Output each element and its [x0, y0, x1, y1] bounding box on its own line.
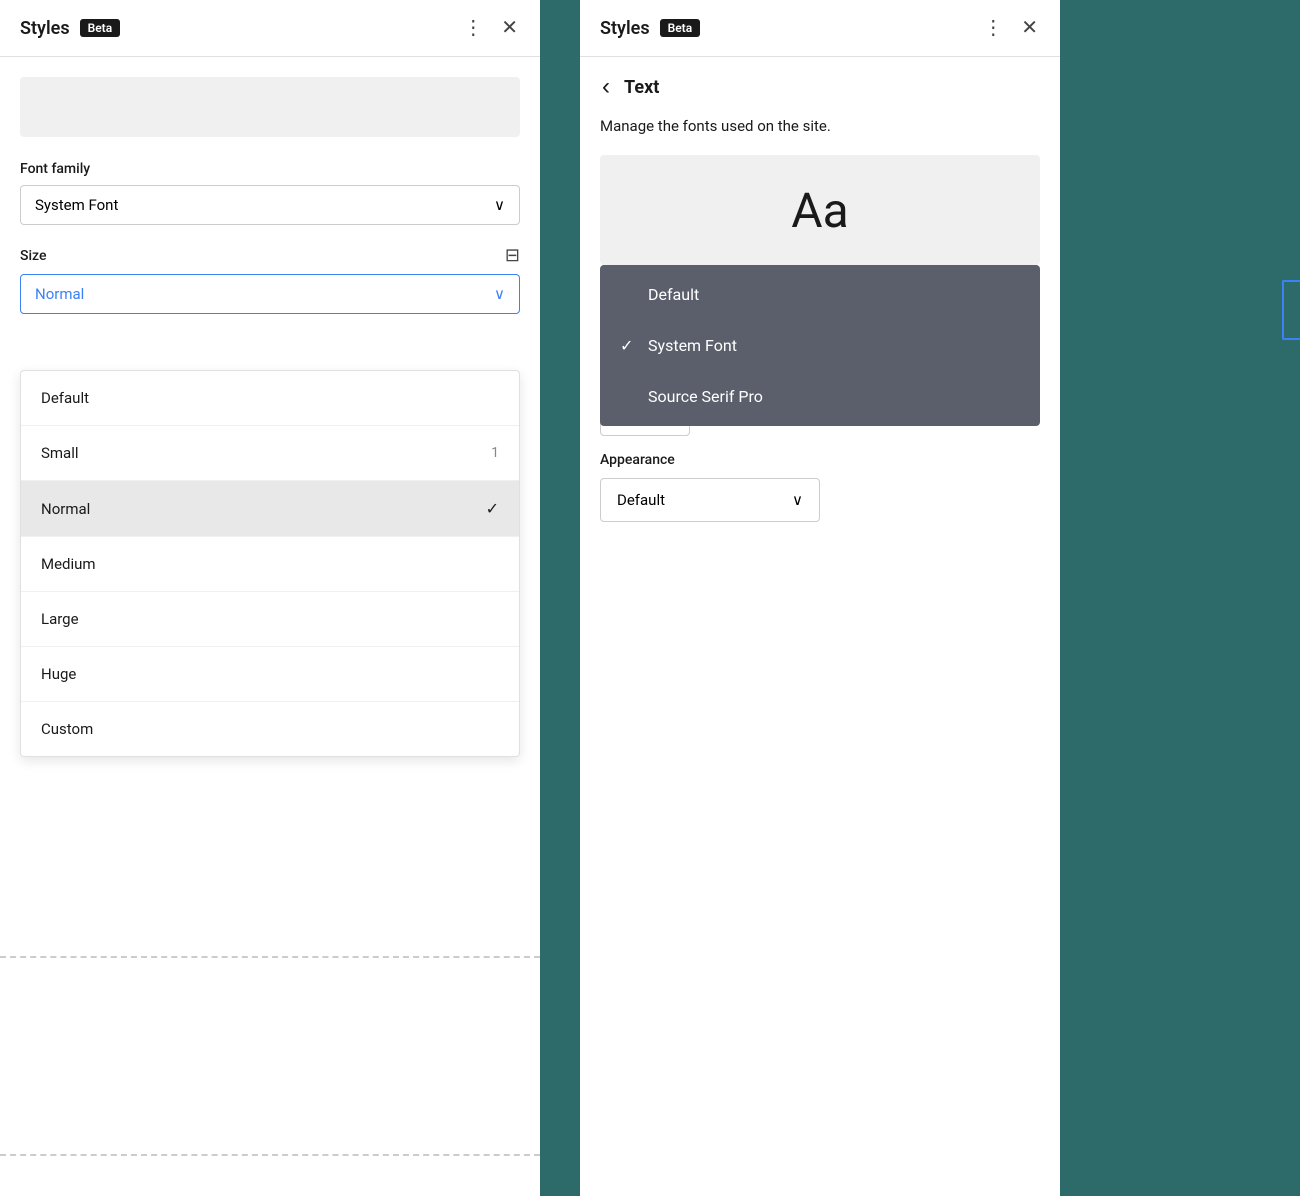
appearance-label: Appearance	[600, 452, 1040, 468]
dropdown-label-medium: Medium	[41, 555, 96, 573]
right-more-button[interactable]: ⋮	[981, 16, 1005, 40]
right-panel-title: Styles	[600, 18, 650, 39]
font-family-label: Font family	[20, 161, 520, 177]
left-more-button[interactable]: ⋮	[461, 16, 485, 40]
dropdown-item-default[interactable]: Default	[21, 371, 519, 426]
font-option-system[interactable]: System Font	[600, 320, 1040, 371]
font-option-system-label: System Font	[648, 336, 737, 355]
back-navigation: ‹ Text	[580, 57, 1060, 117]
size-header: Size ⊟	[20, 245, 520, 266]
dropdown-count-small: 1	[491, 445, 499, 461]
back-title: Text	[624, 77, 659, 98]
right-panel-body: Manage the fonts used on the site. Aa De…	[580, 117, 1060, 1196]
left-panel-title: Styles	[20, 18, 70, 39]
font-option-source-serif[interactable]: Source Serif Pro	[600, 371, 1040, 422]
appearance-value: Default	[617, 491, 665, 509]
right-title-group: Styles Beta	[600, 18, 700, 39]
back-button[interactable]: ‹	[600, 73, 612, 101]
appearance-section: Appearance Default ∨	[600, 452, 1040, 522]
dropdown-label-default: Default	[41, 389, 89, 407]
font-family-chevron: ∨	[494, 196, 505, 214]
dropdown-label-normal: Normal	[41, 500, 90, 518]
right-beta-badge: Beta	[660, 19, 701, 37]
dropdown-label-huge: Huge	[41, 665, 76, 683]
left-title-group: Styles Beta	[20, 18, 120, 39]
dropdown-label-custom: Custom	[41, 720, 93, 738]
font-preview-text: Aa	[791, 182, 848, 239]
appearance-chevron: ∨	[792, 491, 803, 509]
dropdown-item-medium[interactable]: Medium	[21, 537, 519, 592]
right-edge	[1060, 0, 1300, 1196]
left-beta-badge: Beta	[80, 19, 121, 37]
size-dropdown-menu: Default Small 1 Normal ✓ Medium Large Hu…	[20, 370, 520, 757]
font-preview-box: Aa Default System Font Source Serif Pro	[600, 155, 1040, 265]
dropdown-check-normal: ✓	[486, 499, 499, 518]
font-option-default[interactable]: Default	[600, 269, 1040, 320]
dashed-area	[0, 956, 540, 1156]
dropdown-item-normal[interactable]: Normal ✓	[21, 481, 519, 537]
font-dropdown-overlay: Default System Font Source Serif Pro	[600, 265, 1040, 426]
left-panel-actions: ⋮ ✕	[461, 16, 520, 40]
manage-text: Manage the fonts used on the site.	[600, 117, 1040, 135]
size-adjust-icon[interactable]: ⊟	[505, 245, 520, 266]
font-option-default-label: Default	[648, 285, 699, 304]
size-select[interactable]: Normal ∨	[20, 274, 520, 314]
left-styles-panel: Styles Beta ⋮ ✕ Font family System Font …	[0, 0, 540, 1196]
appearance-select[interactable]: Default ∨	[600, 478, 820, 522]
font-option-source-serif-label: Source Serif Pro	[648, 387, 763, 406]
right-panel-header: Styles Beta ⋮ ✕	[580, 0, 1060, 57]
right-close-button[interactable]: ✕	[1019, 16, 1040, 40]
left-preview-box	[20, 77, 520, 137]
dropdown-label-large: Large	[41, 610, 79, 628]
left-panel-body: Font family System Font ∨ Size ⊟ Normal …	[0, 57, 540, 1196]
right-styles-panel: Styles Beta ⋮ ✕ ‹ Text Manage the fonts …	[580, 0, 1060, 1196]
font-family-select[interactable]: System Font ∨	[20, 185, 520, 225]
dropdown-item-small[interactable]: Small 1	[21, 426, 519, 481]
dropdown-item-large[interactable]: Large	[21, 592, 519, 647]
size-chevron: ∨	[494, 285, 505, 303]
font-family-value: System Font	[35, 196, 118, 214]
dropdown-label-small: Small	[41, 444, 79, 462]
size-value: Normal	[35, 285, 84, 303]
dropdown-item-custom[interactable]: Custom	[21, 702, 519, 756]
right-panel-actions: ⋮ ✕	[981, 16, 1040, 40]
middle-gap	[540, 0, 580, 1196]
blue-edge-indicator	[1282, 280, 1300, 340]
left-close-button[interactable]: ✕	[499, 16, 520, 40]
left-panel-header: Styles Beta ⋮ ✕	[0, 0, 540, 57]
size-label: Size	[20, 248, 46, 264]
dropdown-item-huge[interactable]: Huge	[21, 647, 519, 702]
